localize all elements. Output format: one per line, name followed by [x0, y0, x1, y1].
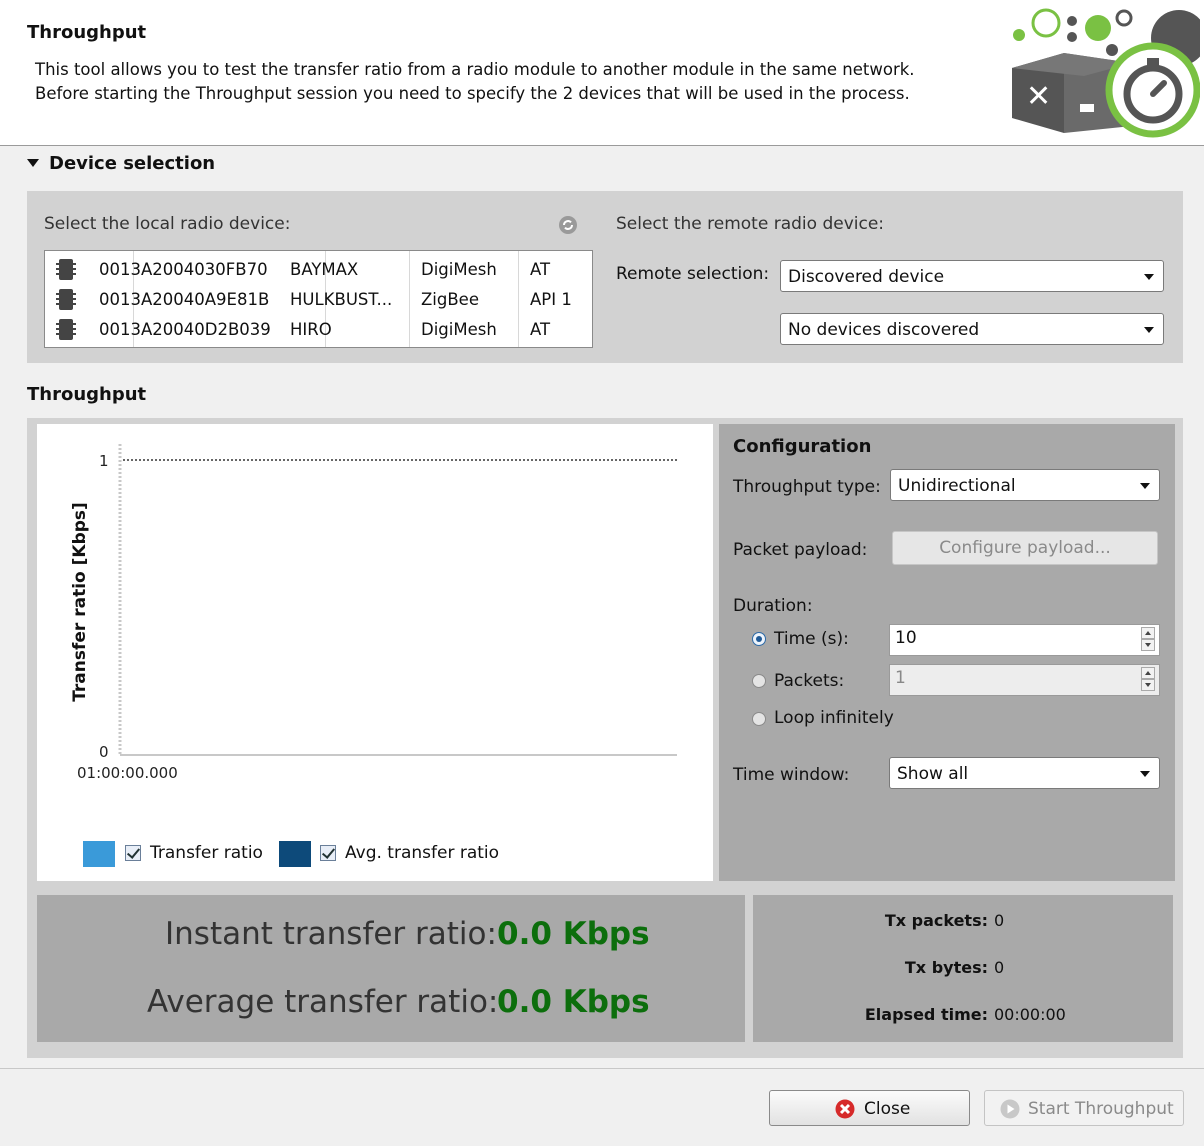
play-icon	[1000, 1099, 1020, 1119]
packets-radio[interactable]	[752, 674, 766, 688]
configuration-title: Configuration	[733, 436, 872, 457]
device-address: 0013A20040D2B039	[99, 320, 271, 339]
remote-device-value: No devices discovered	[788, 320, 980, 340]
remote-device-label: Select the remote radio device:	[616, 214, 885, 234]
header-banner: Throughput This tool allows you to test …	[0, 0, 1204, 146]
time-radio[interactable]	[752, 632, 766, 646]
time-window-value: Show all	[897, 764, 969, 784]
device-address: 0013A20040A9E81B	[99, 290, 270, 309]
close-button[interactable]: Close	[769, 1090, 970, 1126]
time-spinner[interactable]: 10	[889, 624, 1160, 656]
legend-swatch-transfer-ratio	[83, 841, 115, 867]
close-icon	[835, 1099, 855, 1119]
device-address: 0013A2004030FB70	[99, 260, 268, 279]
average-transfer-ratio-label: Average transfer ratio:	[147, 984, 499, 1020]
time-window-dropdown[interactable]: Show all	[889, 757, 1160, 789]
legend-label-transfer-ratio: Transfer ratio	[150, 843, 263, 863]
instant-transfer-ratio-value: 0.0 Kbps	[497, 916, 650, 952]
device-name: HULKBUST...	[290, 290, 393, 309]
time-label: Time (s):	[774, 629, 849, 649]
packets-value: 1	[895, 668, 906, 688]
tx-packets-value: 0	[994, 911, 1005, 930]
radio-module-icon	[56, 259, 76, 280]
device-name: HIRO	[290, 320, 332, 339]
legend-swatch-avg-transfer-ratio	[279, 841, 311, 867]
remote-selection-value: Discovered device	[788, 267, 945, 287]
elapsed-time-label: Elapsed time:	[864, 1005, 988, 1024]
y-tick-label: 0	[99, 743, 109, 761]
remote-selection-dropdown[interactable]: Discovered device	[780, 260, 1164, 292]
loop-infinitely-label: Loop infinitely	[774, 708, 894, 728]
spin-down-icon[interactable]	[1141, 679, 1155, 691]
tx-bytes-value: 0	[994, 958, 1005, 977]
tx-packets-label: Tx packets:	[884, 911, 988, 930]
tx-bytes-label: Tx bytes:	[904, 958, 988, 977]
radio-module-icon	[56, 289, 76, 310]
legend-checkbox-avg-transfer-ratio[interactable]	[320, 845, 336, 861]
device-name: BAYMAX	[290, 260, 359, 279]
radio-module-icon	[56, 319, 76, 340]
dropdown-arrow-icon	[1144, 327, 1154, 333]
spin-down-icon[interactable]	[1141, 639, 1155, 651]
device-selection-heading: Device selection	[49, 153, 216, 174]
packet-payload-label: Packet payload:	[733, 540, 868, 560]
device-mode: API 1	[530, 290, 572, 309]
average-transfer-ratio-value: 0.0 Kbps	[497, 984, 650, 1020]
dropdown-arrow-icon	[1144, 274, 1154, 280]
y-axis-label: Transfer ratio [Kbps]	[70, 502, 90, 702]
time-value: 10	[895, 628, 917, 648]
device-protocol: DigiMesh	[421, 320, 497, 339]
loop-infinitely-radio[interactable]	[752, 712, 766, 726]
time-window-label: Time window:	[733, 765, 850, 785]
packets-label: Packets:	[774, 671, 845, 691]
packets-spinner[interactable]: 1	[889, 664, 1160, 696]
device-row[interactable]: 0013A20040D2B039 HIRO DigiMesh AT	[45, 314, 592, 344]
description-line-1: This tool allows you to test the transfe…	[35, 60, 915, 79]
spin-up-icon[interactable]	[1141, 667, 1155, 679]
footer-divider	[0, 1068, 1204, 1069]
device-row[interactable]: 0013A2004030FB70 BAYMAX DigiMesh AT	[45, 254, 592, 284]
device-protocol: DigiMesh	[421, 260, 497, 279]
x-tick-label: 01:00:00.000	[77, 764, 178, 782]
throughput-type-label: Throughput type:	[733, 477, 881, 497]
instant-transfer-ratio-label: Instant transfer ratio:	[165, 916, 497, 952]
remote-selection-label: Remote selection:	[616, 264, 770, 284]
device-selection-toggle[interactable]: Device selection	[27, 153, 215, 174]
dropdown-arrow-icon	[1140, 771, 1150, 777]
device-protocol: ZigBee	[421, 290, 479, 309]
y-tick-label: 1	[99, 452, 109, 470]
dropdown-arrow-icon	[1140, 483, 1150, 489]
local-device-list[interactable]: 0013A2004030FB70 BAYMAX DigiMesh AT 0013…	[44, 250, 593, 348]
elapsed-time-value: 00:00:00	[994, 1005, 1066, 1024]
legend-label-avg-transfer-ratio: Avg. transfer ratio	[345, 843, 500, 863]
device-mode: AT	[530, 320, 551, 339]
throughput-type-value: Unidirectional	[898, 476, 1016, 496]
remote-device-dropdown[interactable]: No devices discovered	[780, 313, 1164, 345]
collapse-triangle-icon	[27, 159, 39, 167]
device-row[interactable]: 0013A20040A9E81B HULKBUST... ZigBee API …	[45, 284, 592, 314]
spin-up-icon[interactable]	[1141, 627, 1155, 639]
svg-text:✕: ✕	[1026, 79, 1051, 114]
legend-checkbox-transfer-ratio[interactable]	[125, 845, 141, 861]
start-throughput-button[interactable]: Start Throughput	[984, 1090, 1184, 1126]
refresh-devices-icon[interactable]	[558, 215, 578, 235]
page-description: This tool allows you to test the transfe…	[35, 58, 915, 106]
local-device-label: Select the local radio device:	[44, 214, 291, 234]
start-throughput-button-label: Start Throughput	[1028, 1099, 1174, 1119]
throughput-tool-logo-icon: ✕	[1012, 8, 1200, 138]
throughput-type-dropdown[interactable]: Unidirectional	[890, 469, 1160, 501]
chart-canvas: 1 0 01:00:00.000	[77, 444, 677, 782]
configure-payload-button[interactable]: Configure payload...	[892, 531, 1158, 565]
page-title: Throughput	[27, 22, 147, 43]
device-mode: AT	[530, 260, 551, 279]
throughput-heading: Throughput	[27, 384, 147, 405]
close-button-label: Close	[864, 1099, 911, 1119]
duration-label: Duration:	[733, 596, 813, 616]
throughput-chart: 1 0 01:00:00.000	[37, 424, 713, 881]
description-line-2: Before starting the Throughput session y…	[35, 84, 910, 103]
